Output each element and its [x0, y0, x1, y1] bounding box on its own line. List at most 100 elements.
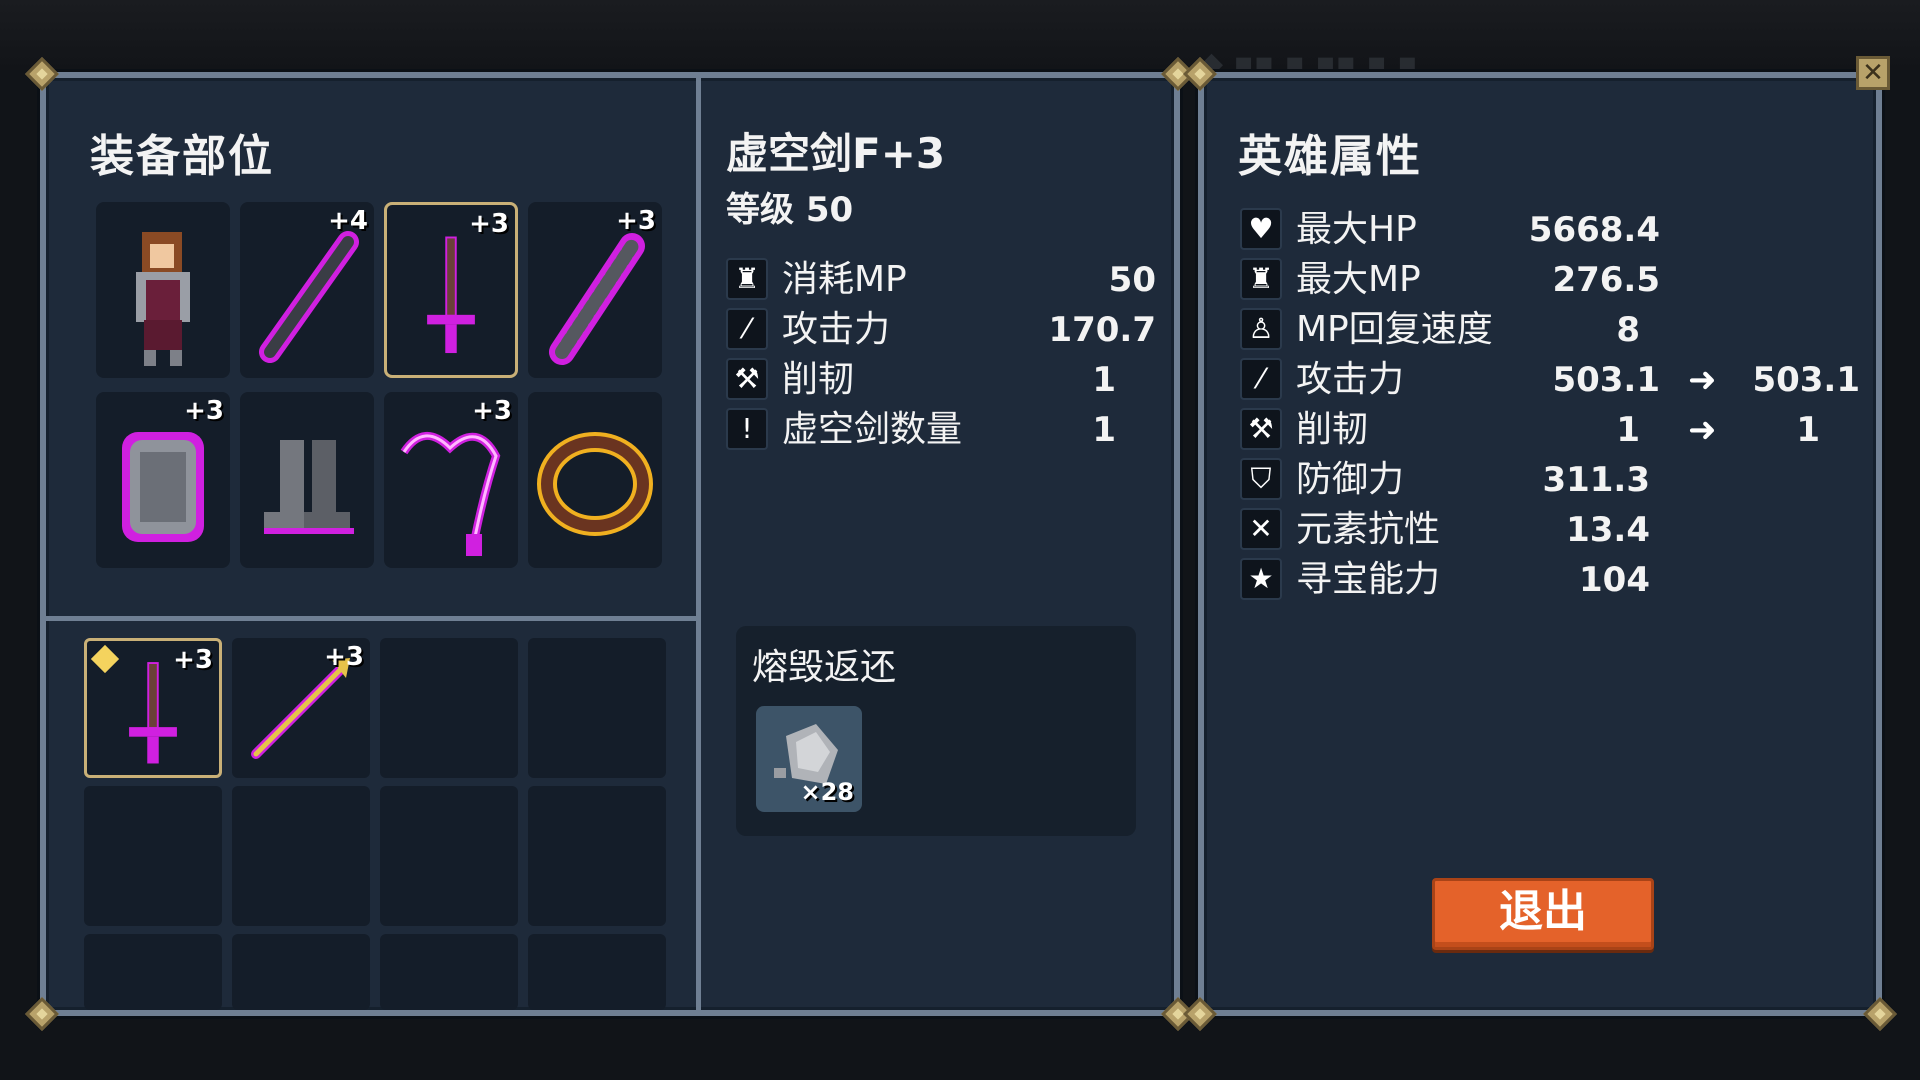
boots-icon: [264, 440, 354, 534]
upgrade-level: +3: [616, 206, 656, 236]
upgrade-level: +3: [469, 209, 509, 239]
inventory-slot-empty[interactable]: [380, 638, 518, 778]
sword-icon: ⁄: [1240, 358, 1282, 400]
stat-value: 170.7: [1048, 310, 1156, 350]
weapon-name: 虚空剑F+3: [726, 129, 946, 178]
weapon-stat-row: ♜ 消耗MP 50: [726, 258, 1156, 302]
equipment-title: 装备部位: [90, 131, 274, 182]
equip-slot-necklace[interactable]: +3: [384, 392, 518, 568]
panel-divider-horizontal: [46, 616, 696, 621]
axe-icon: ⚒: [1240, 408, 1282, 450]
element-icon: ✕: [1240, 508, 1282, 550]
corner-rivet: [1183, 997, 1217, 1031]
top-bar-background: [0, 0, 1920, 70]
inventory-slot-empty[interactable]: [528, 934, 666, 1010]
arrow-right-icon: ➜: [1688, 360, 1717, 400]
weapon-stat-row: ! 虚空剑数量 1: [726, 408, 1156, 452]
inventory-slot[interactable]: +3: [84, 638, 222, 778]
corner-rivet: [1863, 997, 1897, 1031]
stat-value: 503.1: [1552, 360, 1660, 400]
stat-label: 虚空剑数量: [782, 409, 963, 450]
shield-icon: ⛉: [1240, 458, 1282, 500]
stat-value: 276.5: [1552, 260, 1660, 300]
equip-slot-boots[interactable]: [240, 392, 374, 568]
stat-label: 攻击力: [782, 309, 891, 350]
stat-label: 削韧: [1296, 409, 1369, 450]
stat-value: 1: [1092, 360, 1116, 400]
inventory-slot-empty[interactable]: [232, 786, 370, 926]
hero-stat-row: ♥ 最大HP 5668.4: [1240, 208, 1860, 252]
stat-label: 元素抗性: [1296, 509, 1441, 550]
hero-stat-row: ♙ MP回复速度 8: [1240, 308, 1860, 352]
stat-value: 50: [1108, 260, 1156, 300]
stat-label: 防御力: [1296, 459, 1405, 500]
weapon-stat-row: ⚒ 削韧 1: [726, 358, 1156, 402]
equip-slot-weapon-3[interactable]: +3: [528, 202, 662, 378]
hero-stat-row: ⚒ 削韧 1 ➜ 1: [1240, 408, 1860, 452]
stat-label: 消耗MP: [782, 259, 907, 300]
heart-icon: ♥: [1240, 208, 1282, 250]
stat-new-value: 1: [1796, 410, 1820, 450]
mp-regen-icon: ♙: [1240, 308, 1282, 350]
sword-icon: ⁄: [726, 308, 768, 350]
weapon-stat-row: ⁄ 攻击力 170.7: [726, 308, 1156, 352]
hero-stat-row: ⛉ 防御力 311.3: [1240, 458, 1860, 502]
panel-divider-vertical: [696, 78, 701, 1010]
exclamation-icon: !: [726, 408, 768, 450]
stat-value: 104: [1579, 560, 1650, 600]
equip-slot-weapon-2[interactable]: +3: [384, 202, 518, 378]
ore-item-slot[interactable]: ×28: [756, 706, 862, 812]
inventory-slot-empty[interactable]: [380, 786, 518, 926]
stat-value: 1: [1616, 410, 1640, 450]
hero-stat-row: ✕ 元素抗性 13.4: [1240, 508, 1860, 552]
hero-stat-row: ♜ 最大MP 276.5: [1240, 258, 1860, 302]
stat-value: 13.4: [1566, 510, 1650, 550]
exit-button[interactable]: 退出: [1432, 878, 1654, 950]
inventory-slot-empty[interactable]: [528, 786, 666, 926]
weapon-level: 等级 50: [726, 190, 854, 230]
stat-label: 最大HP: [1296, 209, 1417, 250]
upgrade-level: +3: [472, 396, 512, 426]
upgrade-level: +4: [328, 206, 368, 236]
equipment-panel: 装备部位 +4 +3 +3 +3 +3 +3 +3 虚空剑F+3 等级 50 ♜…: [25, 57, 1195, 1031]
stat-label: MP回复速度: [1296, 309, 1493, 350]
stat-value: 8: [1616, 310, 1640, 350]
inventory-slot-empty[interactable]: [84, 786, 222, 926]
stat-label: 削韧: [782, 359, 855, 400]
corner-rivet: [25, 997, 59, 1031]
inventory-slot-empty[interactable]: [84, 934, 222, 1010]
stat-label: 寻宝能力: [1296, 559, 1441, 600]
stat-value: 5668.4: [1528, 210, 1660, 250]
stat-value: 1: [1092, 410, 1116, 450]
equip-slot-armor[interactable]: +3: [96, 392, 230, 568]
arrow-right-icon: ➜: [1688, 410, 1717, 450]
equip-slot-ring[interactable]: [528, 392, 662, 568]
hero-stat-row: ⁄ 攻击力 503.1 ➜ 503.1: [1240, 358, 1860, 402]
upgrade-level: +3: [173, 645, 213, 675]
upgrade-level: +3: [184, 396, 224, 426]
axe-icon: ⚒: [726, 358, 768, 400]
stat-value: 311.3: [1542, 460, 1650, 500]
inventory-slot-empty[interactable]: [528, 638, 666, 778]
potion-icon: ♜: [1240, 258, 1282, 300]
stat-label: 最大MP: [1296, 259, 1421, 300]
hero-stats-title: 英雄属性: [1238, 131, 1422, 182]
inventory-slot-empty[interactable]: [232, 934, 370, 1010]
smelt-return-box: 熔毁返还 ×28: [736, 626, 1136, 836]
stat-label: 攻击力: [1296, 359, 1405, 400]
inventory-slot-empty[interactable]: [380, 934, 518, 1010]
smelt-title: 熔毁返还: [752, 647, 897, 688]
inventory-slot[interactable]: +3: [232, 638, 370, 778]
hero-stats-panel: 英雄属性 ♥ 最大HP 5668.4 ♜ 最大MP 276.5 ♙ MP回复速度…: [1183, 56, 1897, 1031]
upgrade-level: +3: [324, 642, 364, 672]
equip-slot-weapon-1[interactable]: +4: [240, 202, 374, 378]
ore-count: ×28: [800, 778, 854, 806]
potion-icon: ♜: [726, 258, 768, 300]
close-button[interactable]: ✕: [1856, 56, 1890, 90]
ring-icon: [537, 432, 653, 536]
star-icon: ★: [1240, 558, 1282, 600]
stat-new-value: 503.1: [1752, 360, 1860, 400]
hero-stat-row: ★ 寻宝能力 104: [1240, 558, 1860, 602]
equip-slot-hero[interactable]: [96, 202, 230, 378]
hero-portrait-icon: [136, 232, 190, 366]
